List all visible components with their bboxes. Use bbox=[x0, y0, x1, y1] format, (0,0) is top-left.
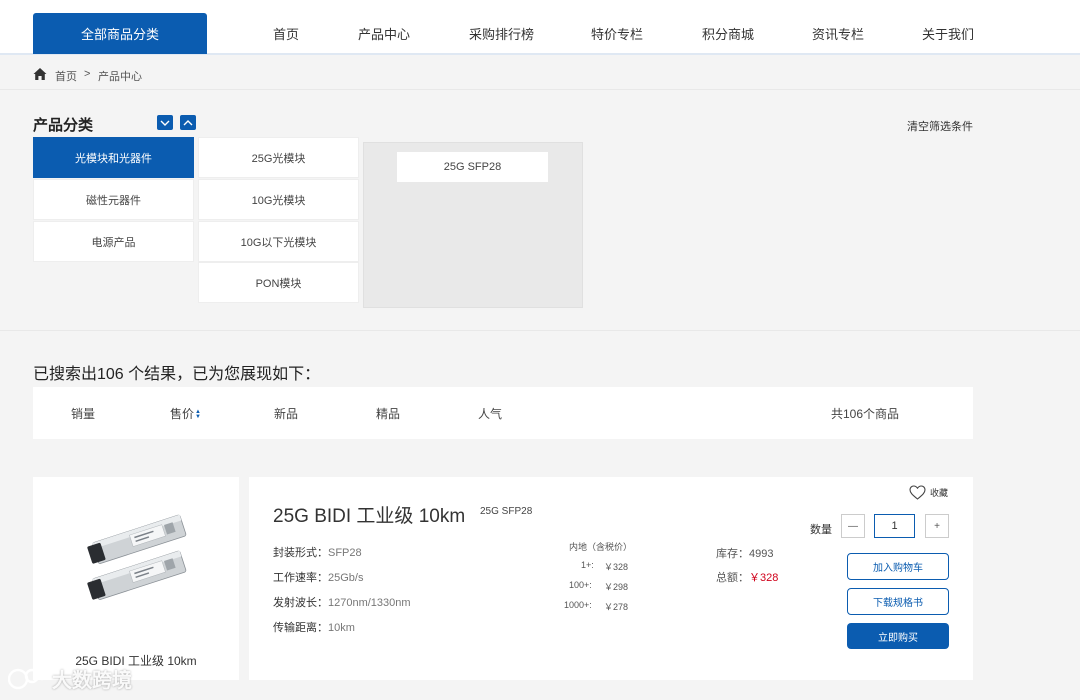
category-level1-power[interactable]: 电源产品 bbox=[33, 221, 194, 262]
spec-value: 1270nm/1330nm bbox=[328, 597, 411, 609]
breadcrumb-separator: > bbox=[84, 68, 91, 80]
nav-item-home[interactable]: 首页 bbox=[273, 13, 299, 54]
price-tier-price: ￥328 bbox=[604, 562, 629, 572]
chevron-down-icon[interactable] bbox=[157, 115, 173, 130]
home-icon[interactable] bbox=[33, 67, 47, 81]
total-amount: 总额：￥328 bbox=[716, 569, 778, 585]
spec-package: 封装形式：SFP28 bbox=[273, 544, 362, 560]
category-level1-magnetic[interactable]: 磁性元器件 bbox=[33, 179, 194, 220]
chevron-up-icon[interactable] bbox=[180, 115, 196, 130]
quantity-label: 数量 bbox=[810, 524, 832, 536]
nav-item-points-mall[interactable]: 积分商城 bbox=[702, 13, 754, 54]
breadcrumb-current[interactable]: 产品中心 bbox=[98, 68, 142, 84]
price-tier-qty: 1000+: bbox=[564, 600, 592, 610]
watermark: 大数跨境 bbox=[8, 664, 132, 693]
category-title: 产品分类 bbox=[33, 117, 94, 134]
breadcrumb-home-link[interactable]: 首页 bbox=[55, 68, 77, 84]
category-level2-10g[interactable]: 10G光模块 bbox=[198, 179, 359, 220]
product-info-card: 25G BIDI 工业级 10km 25G SFP28 封装形式：SFP28 工… bbox=[249, 477, 973, 680]
category-level2-25g[interactable]: 25G光模块 bbox=[198, 137, 359, 178]
sort-by-featured[interactable]: 精品 bbox=[376, 405, 400, 422]
favorite-button[interactable]: 收藏 bbox=[909, 485, 948, 500]
nav-label: 积分商城 bbox=[702, 27, 755, 42]
price-tier-price: ￥298 bbox=[604, 582, 629, 592]
category-filter-panel: 产品分类 清空筛选条件 光模块和光器件 磁性元器件 电源产品 25G光模块 10… bbox=[0, 91, 1080, 331]
clear-filters-link[interactable]: 清空筛选条件 bbox=[907, 118, 973, 134]
quantity-minus-button[interactable]: — bbox=[841, 514, 865, 538]
spec-label: 传输距离： bbox=[273, 622, 328, 634]
price-tier-price: ￥278 bbox=[604, 602, 629, 612]
category-level2-pon[interactable]: PON模块 bbox=[198, 262, 359, 303]
spec-value: SFP28 bbox=[328, 547, 362, 559]
category-level2-below-10g[interactable]: 10G以下光模块 bbox=[198, 221, 359, 262]
nav-label: 资讯专栏 bbox=[812, 27, 865, 42]
sort-bar: 销量 售价▲ ▼ 新品 精品 人气 共106个商品 bbox=[33, 387, 973, 439]
total-value: ￥328 bbox=[749, 572, 779, 584]
spec-value: 25Gb/s bbox=[328, 572, 364, 584]
stock-info: 库存：4993 bbox=[716, 545, 773, 561]
category-level1-optical[interactable]: 光模块和光器件 bbox=[33, 137, 194, 178]
sort-arrows-icon: ▲ ▼ bbox=[195, 408, 201, 420]
stock-label: 库存： bbox=[716, 548, 749, 560]
quantity-input[interactable] bbox=[874, 514, 915, 538]
nav-label: 特价专栏 bbox=[591, 27, 644, 42]
spec-rate: 工作速率：25Gb/s bbox=[273, 569, 363, 585]
nav-label: 关于我们 bbox=[922, 27, 975, 42]
top-header: 全部商品分类 首页 产品中心 采购排行榜 特价专栏 积分商城 资讯专栏 关于我们 bbox=[0, 0, 1080, 55]
nav-item-specials[interactable]: 特价专栏 bbox=[591, 13, 643, 54]
sort-by-popularity[interactable]: 人气 bbox=[478, 405, 502, 422]
spec-label: 发射波长： bbox=[273, 597, 328, 609]
buy-now-button[interactable]: 立即购买 bbox=[847, 623, 949, 649]
favorite-label: 收藏 bbox=[930, 488, 949, 498]
spec-label: 工作速率： bbox=[273, 572, 328, 584]
quantity-plus-button[interactable]: + bbox=[925, 514, 949, 538]
total-count: 共106个商品 bbox=[831, 407, 900, 421]
download-spec-button[interactable]: 下载规格书 bbox=[847, 588, 949, 615]
nav-label: 采购排行榜 bbox=[469, 27, 535, 42]
add-to-cart-button[interactable]: 加入购物车 bbox=[847, 553, 949, 580]
price-tier-qty: 1+: bbox=[581, 560, 594, 570]
product-image[interactable] bbox=[83, 511, 193, 606]
spec-wavelength: 发射波长：1270nm/1330nm bbox=[273, 594, 411, 610]
category-level3-25g-sfp28[interactable]: 25G SFP28 bbox=[397, 152, 548, 182]
spec-distance: 传输距离：10km bbox=[273, 619, 355, 635]
product-model-tag: 25G SFP28 bbox=[480, 506, 533, 517]
nav-item-ranking[interactable]: 采购排行榜 bbox=[469, 13, 534, 54]
nav-item-products[interactable]: 产品中心 bbox=[358, 13, 410, 54]
total-label: 总额： bbox=[716, 572, 749, 584]
breadcrumb: 首页 > 产品中心 bbox=[0, 57, 1080, 90]
all-categories-button[interactable]: 全部商品分类 bbox=[33, 13, 207, 54]
product-image-card[interactable]: 25G BIDI 工业级 10km bbox=[33, 477, 239, 680]
sort-by-price[interactable]: 售价▲ ▼ bbox=[170, 405, 201, 422]
price-header: 内地（含税价） bbox=[569, 542, 633, 552]
sort-label: 售价 bbox=[170, 407, 195, 421]
spec-value: 10km bbox=[328, 622, 355, 634]
nav-label: 产品中心 bbox=[358, 27, 411, 42]
watermark-text: 大数跨境 bbox=[52, 670, 132, 692]
sort-by-new[interactable]: 新品 bbox=[274, 405, 298, 422]
spec-label: 封装形式： bbox=[273, 547, 328, 559]
price-tier-qty: 100+: bbox=[569, 580, 592, 590]
nav-item-about[interactable]: 关于我们 bbox=[922, 13, 974, 54]
nav-item-news[interactable]: 资讯专栏 bbox=[812, 13, 864, 54]
sort-by-sales[interactable]: 销量 bbox=[71, 405, 95, 422]
watermark-logo-icon bbox=[8, 668, 48, 689]
stock-value: 4993 bbox=[749, 548, 774, 560]
results-summary: 已搜索出106 个结果，已为您展现如下： bbox=[33, 366, 321, 383]
nav-label: 首页 bbox=[273, 27, 300, 42]
product-title[interactable]: 25G BIDI 工业级 10km bbox=[273, 501, 465, 528]
heart-icon bbox=[909, 485, 926, 500]
